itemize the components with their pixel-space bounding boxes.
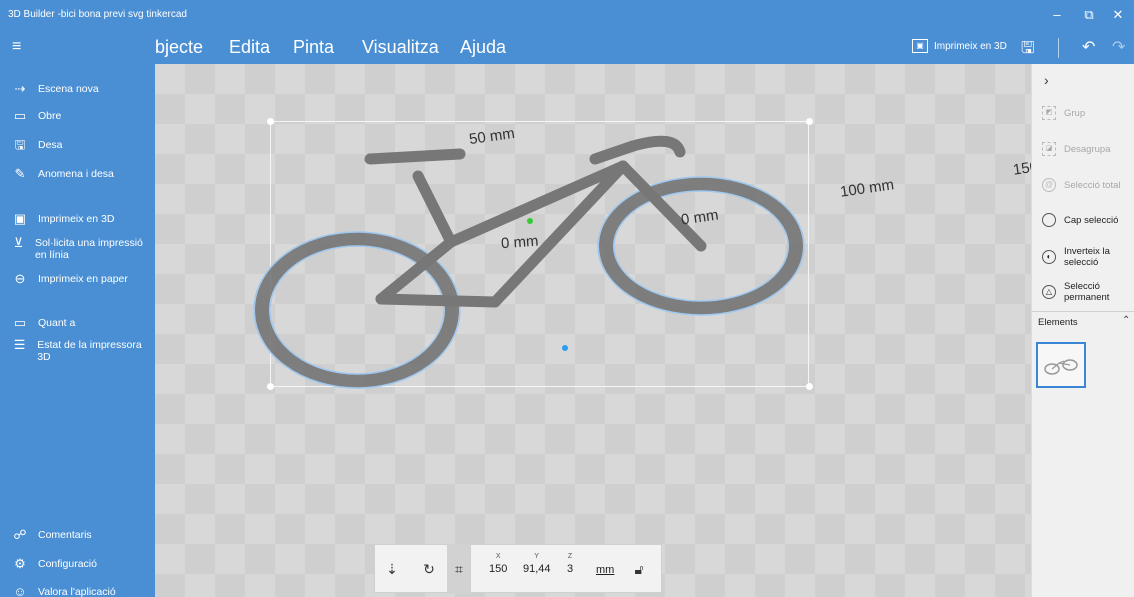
save-icon[interactable]: 🖫 — [1021, 37, 1035, 64]
z-coordinate[interactable]: Z 3 — [567, 553, 573, 575]
cart-icon: ⊻ — [13, 235, 24, 250]
x-coordinate[interactable]: X 150 — [489, 553, 507, 575]
select-all-icon: @ — [1042, 178, 1056, 192]
chevron-right-icon[interactable]: › — [1044, 72, 1049, 88]
drawer-item-print-paper[interactable]: ⊖ Imprimeix en paper — [12, 272, 152, 285]
move-handle[interactable] — [562, 345, 568, 351]
ungroup-button: ◪ Desagrupa — [1042, 142, 1134, 156]
lock-icon[interactable]: 🔓︎ — [629, 559, 649, 579]
z-value[interactable]: 3 — [567, 563, 573, 575]
edge-dimension-label: 150 — [1011, 158, 1031, 179]
undo-icon[interactable]: ↶ — [1082, 37, 1095, 57]
select-none-icon — [1042, 213, 1056, 227]
x-value[interactable]: 150 — [489, 563, 507, 575]
print-3d-toolbar-button[interactable]: ▣ Imprimeix en 3D — [912, 39, 1007, 53]
open-folder-icon: ▭ — [13, 108, 27, 123]
printer-status-icon: ☰ — [13, 337, 26, 352]
menu-bar: bjecte Edita Pinta Visualitza Ajuda ▣ Im… — [0, 30, 1134, 64]
height-dimension-label: 0 mm — [500, 232, 540, 253]
menu-paint[interactable]: Pinta — [293, 37, 334, 58]
y-coordinate[interactable]: Y 91,44 — [523, 553, 551, 575]
feedback-icon: ☍ — [13, 527, 27, 542]
y-value[interactable]: 91,44 — [523, 563, 551, 575]
group-button: ◩ Grup — [1042, 106, 1134, 120]
rotate-tool-icon[interactable]: ↻ — [419, 559, 439, 579]
minimize-button[interactable]: – — [1043, 0, 1071, 30]
print-3d-icon: ▣ — [912, 39, 928, 53]
element-thumbnail-bicycle[interactable] — [1036, 342, 1086, 388]
title-bar: 3D Builder -bici bona previ svg tinkerca… — [0, 0, 1134, 30]
about-icon: ▭ — [13, 315, 27, 330]
print-3d-icon: ▣ — [13, 211, 27, 226]
menu-view[interactable]: Visualitza — [362, 37, 439, 58]
toolbar-divider — [1058, 38, 1059, 58]
print-3d-label: Imprimeix en 3D — [934, 40, 1007, 52]
unit-selector[interactable]: mm — [596, 564, 614, 576]
scale-tool-icon: ⌗ — [455, 561, 463, 577]
drawer-item-about[interactable]: ▭ Quant a — [12, 316, 152, 329]
ungroup-icon: ◪ — [1042, 142, 1056, 156]
select-all-button: @ Selecció total — [1042, 178, 1134, 192]
navigation-drawer: ≡ ⇢ Escena nova ▭ Obre 🖫 Desa ✎ Anomena … — [0, 38, 155, 597]
rate-icon: ☺ — [13, 584, 27, 597]
close-button[interactable]: ✕ — [1104, 0, 1132, 30]
3d-viewport[interactable]: 50 mm 100 mm 0 mm 0 mm 150 — [155, 64, 1031, 597]
drawer-item-save[interactable]: 🖫 Desa — [12, 138, 152, 151]
drawer-item-order-online[interactable]: ⊻ Sol·licita una impressió en línia — [12, 236, 152, 261]
move-tool-icon[interactable]: ⇣ — [382, 559, 402, 579]
drawer-item-printer-status[interactable]: ☰ Estat de la impressora 3D — [12, 338, 152, 363]
drawer-item-new-scene[interactable]: ⇢ Escena nova — [12, 82, 152, 95]
drawer-item-save-as[interactable]: ✎ Anomena i desa — [12, 167, 152, 180]
invert-selection-icon: ◐ — [1042, 250, 1056, 264]
invert-selection-button[interactable]: ◐ Inverteix la selecció — [1042, 246, 1134, 268]
selection-panel: › ◩ Grup ◪ Desagrupa @ Selecció total Ca… — [1031, 64, 1134, 597]
scale-tool-button[interactable]: ⌗ — [447, 545, 471, 594]
drawer-item-settings[interactable]: ⚙ Configuració — [12, 557, 152, 570]
drawer-item-open[interactable]: ▭ Obre — [12, 109, 152, 122]
drawer-item-feedback[interactable]: ☍ Comentaris — [12, 528, 152, 541]
elements-title: Elements — [1038, 317, 1078, 328]
save-as-icon: ✎ — [14, 166, 26, 181]
drawer-item-rate-app[interactable]: ☺ Valora l'aplicació — [12, 585, 152, 597]
bicycle-model[interactable] — [155, 64, 1031, 597]
bicycle-thumbnail-icon — [1044, 359, 1078, 375]
save-icon: 🖫 — [14, 137, 26, 152]
transform-toolbar: ⇣ ↻ ⌗ X 150 Y 91,44 Z 3 mm 🔓︎ — [374, 544, 662, 594]
select-none-button[interactable]: Cap selecció — [1042, 213, 1134, 227]
printer-icon: ⊖ — [14, 271, 26, 286]
hamburger-menu-icon[interactable]: ≡ — [12, 38, 21, 56]
settings-icon: ⚙ — [14, 556, 26, 571]
menu-object[interactable]: bjecte — [155, 37, 203, 58]
restore-button[interactable]: ⧉ — [1075, 0, 1103, 30]
new-scene-icon: ⇢ — [14, 81, 26, 96]
collapse-elements-icon[interactable]: ⌃ — [1122, 315, 1130, 326]
panel-divider — [1032, 311, 1134, 312]
pivot-marker — [527, 218, 533, 224]
window-title: 3D Builder -bici bona previ svg tinkerca… — [8, 9, 187, 20]
menu-edit[interactable]: Edita — [229, 37, 270, 58]
group-icon: ◩ — [1042, 106, 1056, 120]
menu-help[interactable]: Ajuda — [460, 37, 506, 58]
redo-icon: ↷ — [1112, 39, 1126, 56]
permanent-selection-icon: △ — [1042, 285, 1056, 299]
drawer-item-print-3d[interactable]: ▣ Imprimeix en 3D — [12, 212, 152, 225]
permanent-selection-button[interactable]: △ Selecció permanent — [1042, 281, 1134, 303]
